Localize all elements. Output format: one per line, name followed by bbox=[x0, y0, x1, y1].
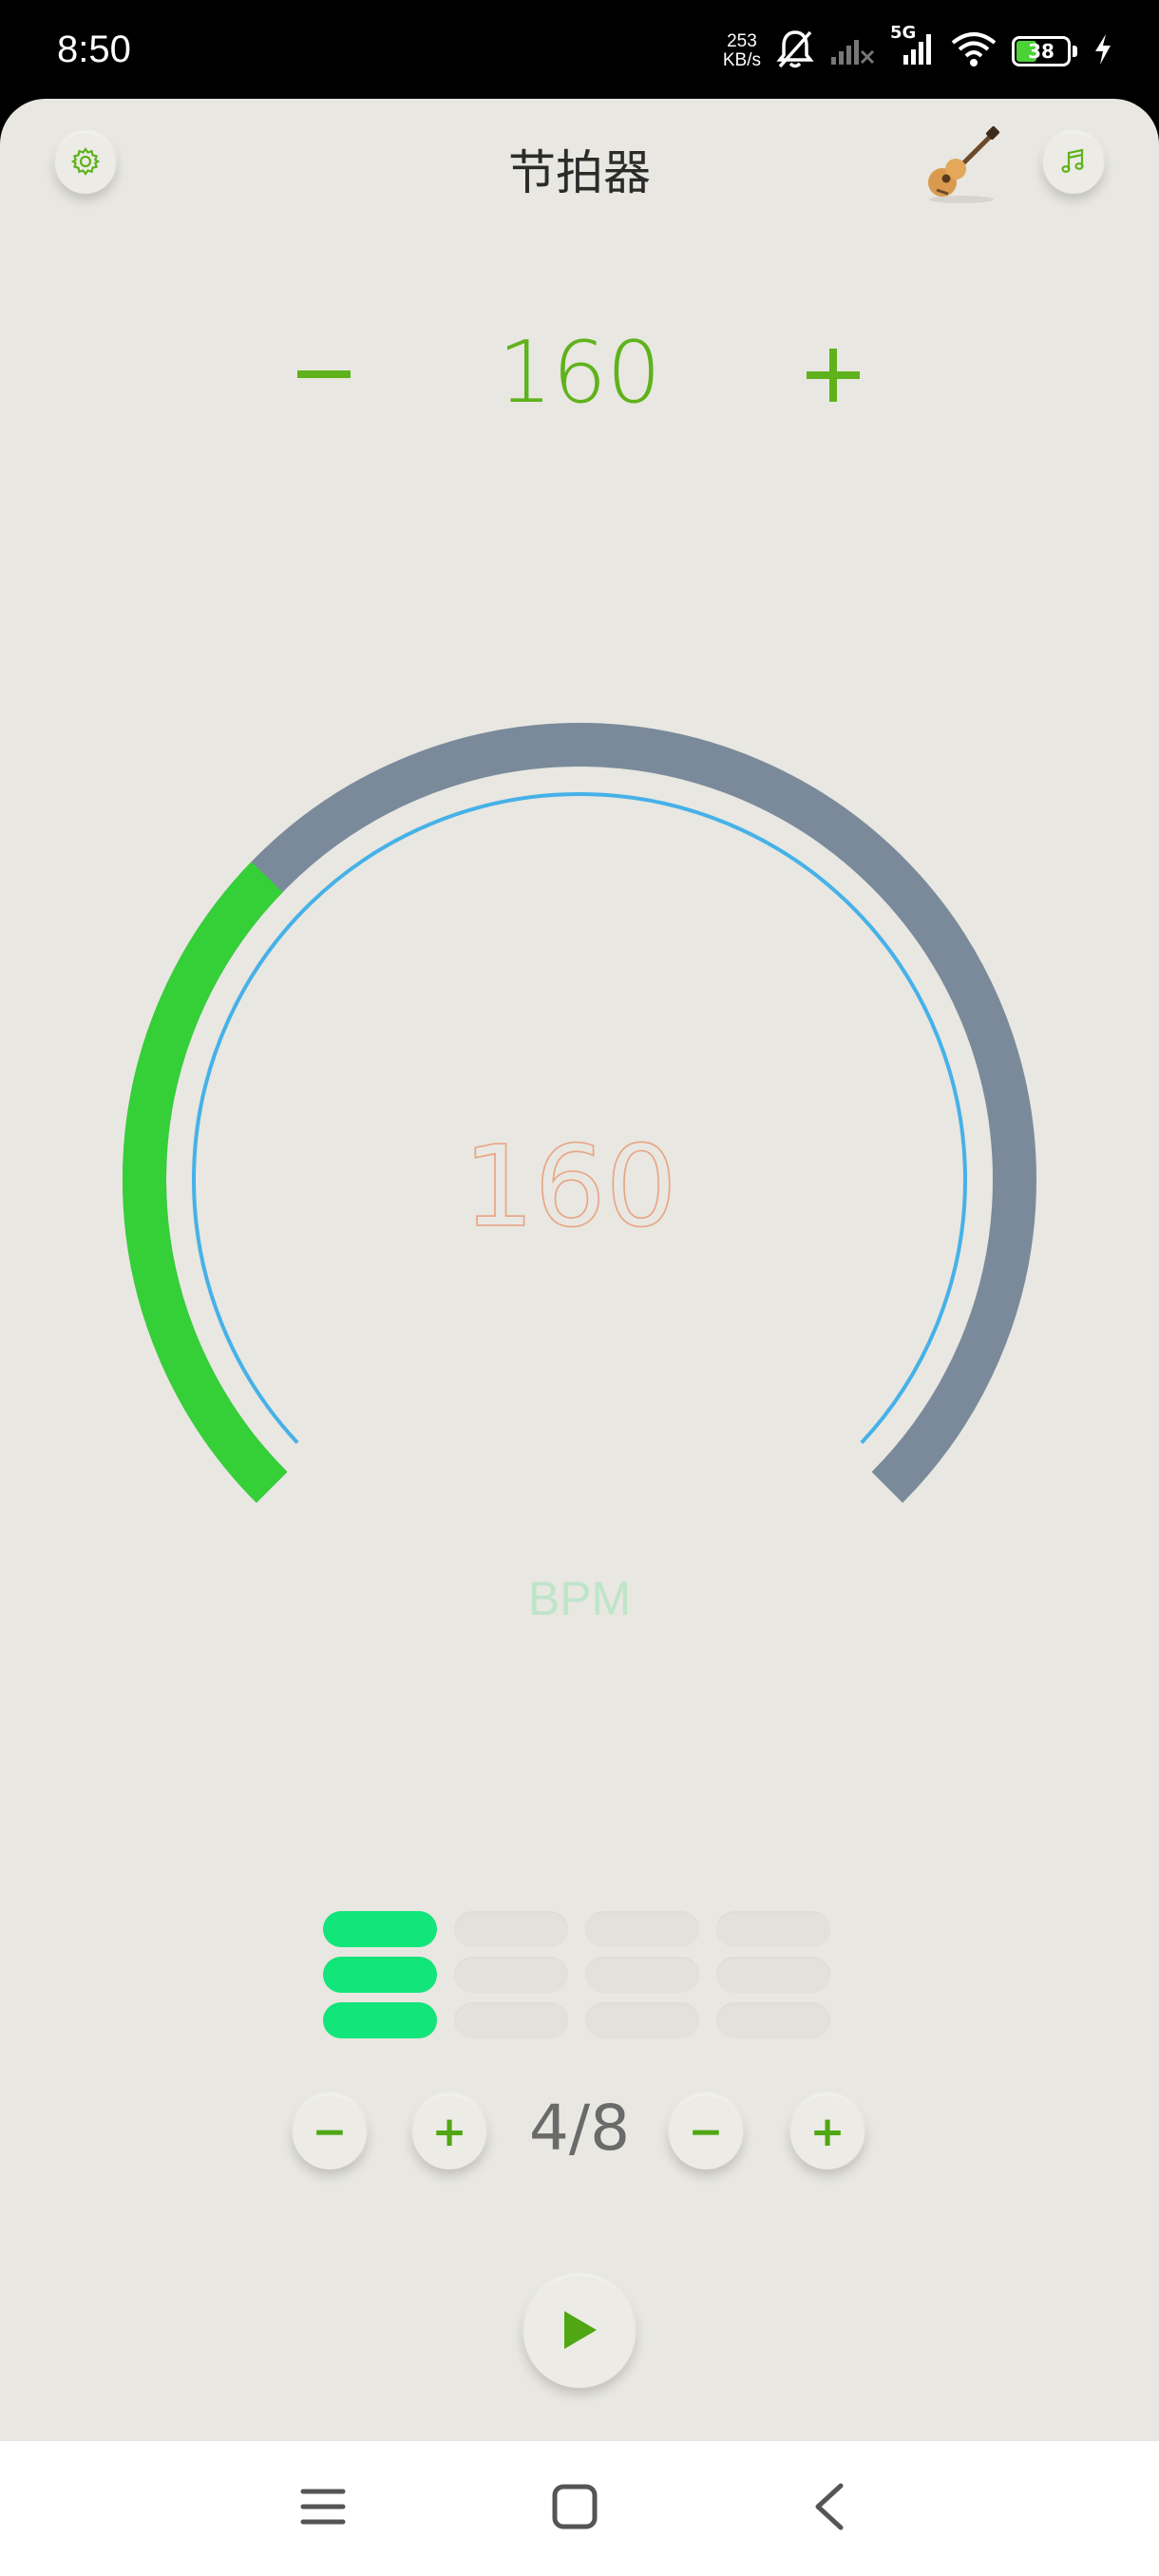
play-button[interactable] bbox=[523, 2276, 636, 2388]
play-icon bbox=[559, 2307, 600, 2357]
battery-level: 38 bbox=[1028, 40, 1054, 63]
beat-cell[interactable] bbox=[585, 1957, 699, 1993]
beats-decrease-button[interactable]: − bbox=[293, 2095, 367, 2169]
back-button[interactable] bbox=[796, 2475, 863, 2542]
beat-cell[interactable] bbox=[716, 2002, 830, 2038]
beat-cell[interactable] bbox=[323, 1911, 437, 1947]
status-time: 8:50 bbox=[57, 28, 131, 70]
beat-cell[interactable] bbox=[454, 2002, 568, 2038]
network-speed: 253 KB/s bbox=[723, 32, 761, 70]
tempo-dial[interactable] bbox=[0, 99, 1159, 1714]
status-bar: 8:50 253 KB/s 5G 38 bbox=[0, 0, 1159, 99]
signal-5g-icon: 5G bbox=[890, 23, 936, 70]
note-value-decrease-button[interactable]: − bbox=[669, 2095, 743, 2169]
home-button[interactable] bbox=[542, 2475, 608, 2542]
beat-cell[interactable] bbox=[716, 1957, 830, 1993]
time-signature-value: 4/8 bbox=[528, 2092, 631, 2165]
bpm-label: BPM bbox=[527, 1572, 632, 1625]
beats-increase-button[interactable]: + bbox=[412, 2095, 486, 2169]
dial-center-value: 160 bbox=[463, 1120, 678, 1253]
back-icon bbox=[810, 2482, 848, 2535]
network-type: 5G bbox=[890, 23, 917, 43]
battery-icon: 38 bbox=[1012, 36, 1071, 66]
beat-cell[interactable] bbox=[585, 1911, 699, 1947]
dial-track bbox=[123, 722, 1036, 1504]
navigation-bar bbox=[0, 2441, 1159, 2576]
beat-cell[interactable] bbox=[585, 2002, 699, 2038]
beat-cell[interactable] bbox=[716, 1911, 830, 1947]
dial-progress bbox=[123, 862, 288, 1504]
screen: 8:50 253 KB/s 5G 38 节拍器 160 160 BPM − + … bbox=[0, 0, 1159, 2576]
menu-icon bbox=[299, 2486, 347, 2531]
beat-grid[interactable] bbox=[323, 1911, 836, 2048]
wifi-icon bbox=[951, 31, 997, 71]
charging-icon bbox=[1092, 32, 1113, 70]
beat-row bbox=[323, 2002, 836, 2038]
beat-cell[interactable] bbox=[454, 1911, 568, 1947]
beat-row bbox=[323, 1957, 836, 1993]
note-value-increase-button[interactable]: + bbox=[790, 2095, 864, 2169]
network-speed-value: 253 bbox=[727, 31, 757, 51]
home-icon bbox=[551, 2483, 598, 2534]
beat-row bbox=[323, 1911, 836, 1947]
beat-cell[interactable] bbox=[454, 1957, 568, 1993]
beat-cell[interactable] bbox=[323, 2002, 437, 2038]
bell-off-icon bbox=[776, 28, 814, 74]
beat-cell[interactable] bbox=[323, 1957, 437, 1993]
network-speed-unit: KB/s bbox=[722, 50, 761, 70]
signal-no-sim-icon bbox=[829, 32, 875, 70]
dial-inner-ring bbox=[192, 792, 967, 1445]
status-icons: 253 KB/s 5G 38 bbox=[723, 23, 1113, 78]
metronome-app: 节拍器 160 160 BPM − + 4/8 − + bbox=[0, 99, 1159, 2441]
battery-cap bbox=[1073, 46, 1077, 57]
recents-button[interactable] bbox=[290, 2475, 356, 2542]
